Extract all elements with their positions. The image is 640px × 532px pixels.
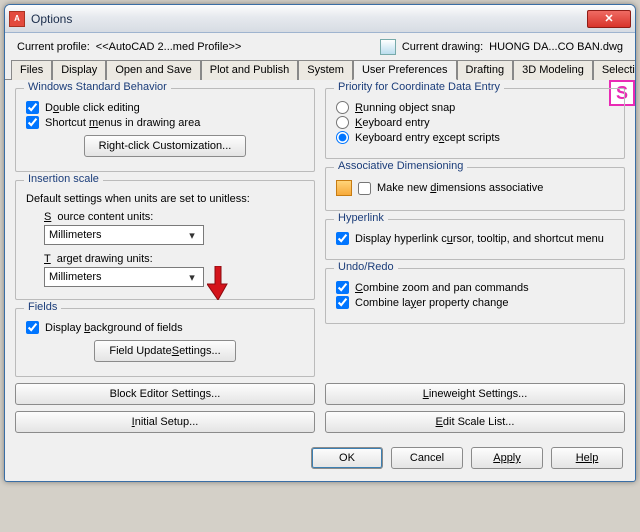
chk-shortcut-menus[interactable]: Shortcut menus in drawing area [26,116,304,129]
apply-button[interactable]: Apply [471,447,543,469]
drawing-icon [380,39,396,55]
drawing-label: Current drawing: [402,41,483,53]
tab-plot-and-publish[interactable]: Plot and Publish [201,60,299,80]
left-column: Windows Standard Behavior Double click e… [15,88,315,377]
cancel-button[interactable]: Cancel [391,447,463,469]
chk-label: Double click editing [45,102,140,114]
chk-label: Display background of fields [45,322,183,334]
window-title: Options [31,12,587,26]
block-editor-settings-button[interactable]: Block Editor Settings... [15,383,315,405]
chk-double-click-editing-input[interactable] [26,101,39,114]
chk-label: Make new dimensions associative [377,182,543,194]
chk-combine-layer-change[interactable]: Combine layer property change [336,296,614,309]
profile-value: <<AutoCAD 2...med Profile>> [96,41,242,53]
dialog-footer: OK Cancel Apply Help [5,439,635,481]
help-button[interactable]: Help [551,447,623,469]
tab-drafting[interactable]: Drafting [457,60,514,80]
group-undo-redo: Undo/Redo Combine zoom and pan commands … [325,268,625,324]
radio-keyboard-except-scripts[interactable]: Keyboard entry except scripts [336,131,614,144]
radio-label: Running object snap [355,102,455,114]
group-title: Hyperlink [334,212,388,224]
tab-3d-modeling[interactable]: 3D Modeling [513,60,593,80]
initial-setup-button[interactable]: Initial Setup... [15,411,315,433]
chk-label: Combine layer property change [355,297,508,309]
group-windows-standard-behavior: Windows Standard Behavior Double click e… [15,88,315,172]
source-units-select[interactable]: Millimeters ▾ [44,225,204,245]
tab-display[interactable]: Display [52,60,106,80]
chk-combine-layer-change-input[interactable] [336,296,349,309]
group-title: Priority for Coordinate Data Entry [334,81,504,93]
ok-button[interactable]: OK [311,447,383,469]
group-title: Undo/Redo [334,261,398,273]
chk-combine-zoom-pan-input[interactable] [336,281,349,294]
right-column: Priority for Coordinate Data Entry Runni… [325,88,625,377]
chk-label: Combine zoom and pan commands [355,282,529,294]
source-units-value: Millimeters [49,229,102,241]
chk-associative-dimensions[interactable]: Make new dimensions associative [358,182,543,195]
source-units-label: Source content units: [44,211,304,223]
chk-combine-zoom-pan[interactable]: Combine zoom and pan commands [336,281,614,294]
chevron-down-icon: ▾ [185,229,199,242]
group-priority-coordinate-entry: Priority for Coordinate Data Entry Runni… [325,88,625,159]
radio-label: Keyboard entry [355,117,430,129]
group-associative-dimensioning: Associative Dimensioning Make new dimens… [325,167,625,211]
chevron-down-icon: ▾ [185,271,199,284]
chk-shortcut-menus-input[interactable] [26,116,39,129]
radio-keyboard-except-scripts-input[interactable] [336,131,349,144]
help-label: Help [576,452,599,464]
radio-keyboard-entry[interactable]: Keyboard entry [336,116,614,129]
group-hyperlink: Hyperlink Display hyperlink cursor, tool… [325,219,625,260]
edit-scale-list-button[interactable]: Edit Scale List... [325,411,625,433]
chk-hyperlink-cursor[interactable]: Display hyperlink cursor, tooltip, and s… [336,232,614,245]
chk-label: Display hyperlink cursor, tooltip, and s… [355,233,604,245]
titlebar[interactable]: A Options ✕ [5,5,635,33]
header-row: Current profile: <<AutoCAD 2...med Profi… [5,33,635,59]
apply-label: Apply [493,452,521,464]
dimension-icon [336,180,352,196]
close-button[interactable]: ✕ [587,10,631,28]
chk-associative-dimensions-input[interactable] [358,182,371,195]
tab-system[interactable]: System [298,60,353,80]
tab-user-preferences[interactable]: User Preferences [353,60,457,80]
chk-hyperlink-cursor-input[interactable] [336,232,349,245]
radio-label: Keyboard entry except scripts [355,132,500,144]
drawing-value: HUONG DA...CO BAN.dwg [489,41,623,53]
chk-label: Shortcut menus in drawing area [45,117,200,129]
chk-double-click-editing[interactable]: Double click editing [26,101,304,114]
chk-display-field-background-input[interactable] [26,321,39,334]
group-insertion-scale: Insertion scale Default settings when un… [15,180,315,300]
field-update-settings-button[interactable]: Field Update Settings... [94,340,235,362]
radio-running-osnap[interactable]: Running object snap [336,101,614,114]
tab-files[interactable]: Files [11,60,52,80]
window-buttons: ✕ [587,10,631,28]
right-click-customization-button[interactable]: Right-click Customization... [84,135,247,157]
tab-open-and-save[interactable]: Open and Save [106,60,200,80]
target-units-value: Millimeters [49,271,102,283]
tab-strip: Files Display Open and Save Plot and Pub… [5,59,635,80]
group-title: Fields [24,301,61,313]
chk-display-field-background[interactable]: Display background of fields [26,321,304,334]
target-units-label: Target drawing units: [44,253,304,265]
tab-selection[interactable]: Selection [593,60,636,80]
group-title: Associative Dimensioning [334,160,467,172]
lineweight-settings-button[interactable]: Lineweight Settings... [325,383,625,405]
group-title: Insertion scale [24,173,103,185]
profile-label: Current profile: [17,41,90,53]
radio-running-osnap-input[interactable] [336,101,349,114]
group-title: Windows Standard Behavior [24,81,171,93]
insertion-note: Default settings when units are set to u… [26,193,304,205]
group-fields: Fields Display background of fields Fiel… [15,308,315,377]
options-dialog: A Options ✕ Current profile: <<AutoCAD 2… [4,4,636,482]
radio-keyboard-entry-input[interactable] [336,116,349,129]
app-icon: A [9,11,25,27]
target-units-select[interactable]: Millimeters ▾ [44,267,204,287]
